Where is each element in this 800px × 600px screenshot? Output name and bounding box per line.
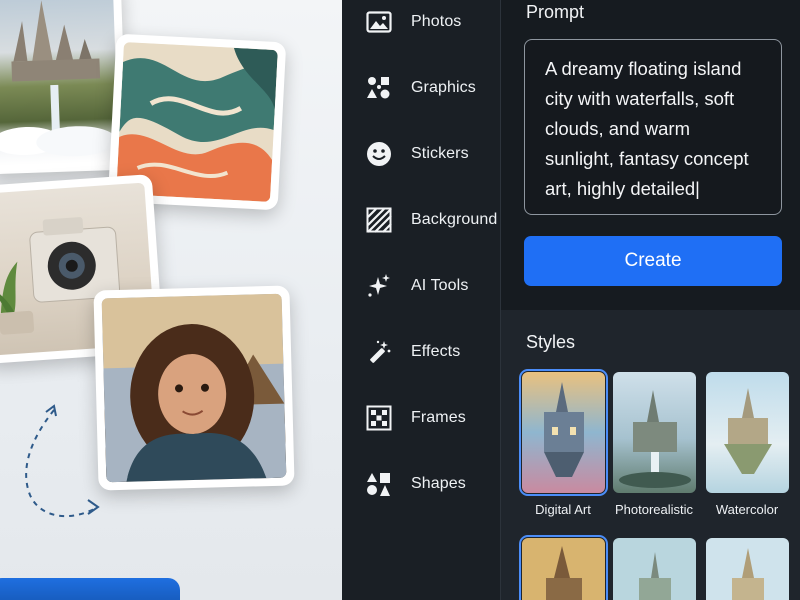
style-label-digital-art: Digital Art [535, 502, 591, 517]
sidebar-item-frames[interactable]: Frames [342, 390, 500, 446]
style-card-watercolor[interactable] [706, 372, 789, 493]
style-card[interactable] [519, 535, 608, 600]
sidebar-item-label: AI Tools [411, 277, 469, 294]
sidebar-item-label: Effects [411, 343, 461, 360]
magic-wand-icon [365, 338, 393, 366]
text-cursor: | [695, 179, 700, 199]
prompt-title: Prompt [526, 2, 585, 22]
sidebar-item-label: Graphics [411, 79, 476, 96]
frames-icon [365, 404, 393, 432]
style-label-watercolor: Watercolor [715, 502, 779, 517]
style-card-digital-art[interactable] [519, 369, 608, 496]
canvas-photo-castle[interactable] [0, 0, 128, 175]
portrait-image [101, 293, 287, 483]
styles-title: Styles [526, 332, 576, 352]
sidebar-item-photos[interactable]: Photos [342, 0, 500, 50]
sidebar-item-label: Frames [411, 409, 466, 426]
watercolor-thumbnail [706, 372, 789, 493]
style-thumbnail [522, 538, 605, 600]
background-pattern-icon [365, 206, 393, 234]
style-card[interactable] [613, 538, 696, 600]
sidebar: Photos Graphics Stickers Background AI T… [342, 0, 500, 600]
blue-mug-decoration [0, 578, 180, 600]
sidebar-item-ai-tools[interactable]: AI Tools [342, 258, 500, 314]
sidebar-item-label: Background [411, 211, 498, 228]
shapes-icon [365, 470, 393, 498]
design-canvas[interactable] [0, 0, 342, 600]
castle-image [0, 0, 119, 167]
style-thumbnail [613, 538, 696, 600]
style-label-photorealistic: Photorealistic [614, 502, 694, 517]
sidebar-item-background[interactable]: Background [342, 192, 500, 248]
dashed-arrow-decoration [25, 404, 100, 518]
photo-icon [365, 8, 393, 36]
sidebar-item-shapes[interactable]: Shapes [342, 456, 500, 512]
photorealistic-thumbnail [613, 372, 696, 493]
graphics-icon [365, 74, 393, 102]
sidebar-item-label: Stickers [411, 145, 469, 162]
create-button[interactable]: Create [524, 236, 782, 286]
style-card-photorealistic[interactable] [613, 372, 696, 493]
style-thumbnail [706, 538, 789, 600]
sidebar-item-effects[interactable]: Effects [342, 324, 500, 380]
digital-art-thumbnail [522, 372, 605, 493]
style-card[interactable] [706, 538, 789, 600]
prompt-textarea[interactable]: A dreamy floating island city with water… [524, 39, 782, 215]
sidebar-item-label: Photos [411, 13, 462, 30]
sidebar-item-graphics[interactable]: Graphics [342, 60, 500, 116]
sparkle-icon [365, 272, 393, 300]
ai-generator-panel: Prompt A dreamy floating island city wit… [501, 0, 800, 600]
prompt-section: Prompt A dreamy floating island city wit… [501, 0, 800, 310]
sidebar-item-stickers[interactable]: Stickers [342, 126, 500, 182]
sidebar-item-label: Shapes [411, 475, 466, 492]
smiley-icon [365, 140, 393, 168]
prompt-text: A dreamy floating island city with water… [545, 58, 749, 199]
canvas-photo-portrait[interactable] [93, 285, 295, 491]
